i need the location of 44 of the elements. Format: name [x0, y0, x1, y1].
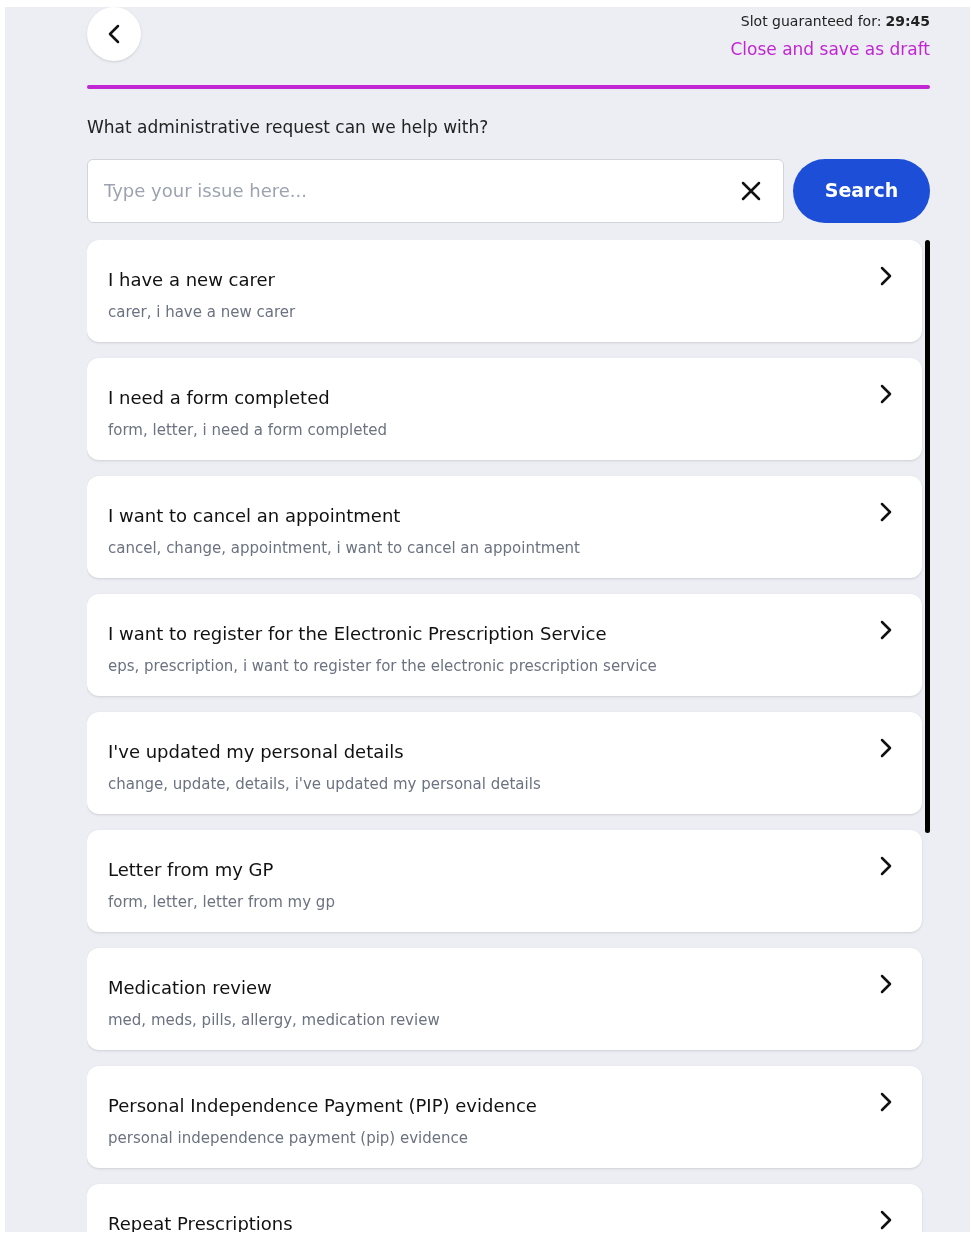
request-keywords: personal independence payment (pip) evidence — [108, 1127, 469, 1149]
request-card[interactable]: I want to cancel an appointment cancel, change, appointment, i want to cancel an appointment — [87, 475, 922, 578]
request-title: I have a new carer — [108, 267, 276, 292]
close-and-save-link[interactable]: Close and save as draft — [730, 37, 930, 63]
request-card[interactable]: Letter from my GP form, letter, letter from my gp — [87, 829, 922, 932]
chevron-right-icon — [880, 383, 892, 404]
search-button[interactable]: Search — [793, 158, 930, 223]
request-card[interactable]: I have a new carer carer, i have a new carer — [87, 239, 922, 342]
request-title: Medication review — [108, 975, 273, 1000]
request-title: Personal Independence Payment (PIP) evidence — [108, 1093, 537, 1118]
back-button[interactable] — [87, 7, 141, 61]
chevron-right-icon — [880, 737, 892, 758]
request-card[interactable]: Personal Independence Payment (PIP) evidence personal independence payment (pip) evidence — [87, 1065, 922, 1168]
chevron-left-icon — [108, 24, 120, 44]
request-keywords: form, letter, letter from my gp — [108, 891, 335, 913]
request-keywords: change, update, details, i've updated my personal details — [108, 773, 541, 795]
question-text: What administrative request can we help with? — [87, 116, 490, 139]
request-card[interactable]: Medication review med, meds, pills, allergy, medication review — [87, 947, 922, 1050]
request-title: I've updated my personal details — [108, 739, 405, 764]
search-field[interactable]: Type your issue here... — [87, 158, 784, 223]
request-title: I need a form completed — [108, 385, 331, 410]
request-card[interactable]: I've updated my personal details change, update, details, i've updated my personal details — [87, 711, 922, 814]
request-title: I want to cancel an appointment — [108, 503, 402, 528]
chevron-right-icon — [880, 973, 892, 994]
request-keywords: med, meds, pills, allergy, medication review — [108, 1009, 440, 1031]
chevron-right-icon — [880, 855, 892, 876]
slot-timer: 29:45 — [885, 12, 930, 31]
chevron-right-icon — [880, 619, 892, 640]
request-title: Letter from my GP — [108, 857, 275, 882]
request-keywords: carer, i have a new carer — [108, 301, 296, 323]
request-keywords: cancel, change, appointment, i want to cancel an appointment — [108, 537, 580, 559]
search-input[interactable]: Type your issue here... — [104, 177, 741, 204]
chevron-right-icon — [880, 501, 892, 522]
clear-icon[interactable] — [741, 180, 761, 201]
chevron-right-icon — [880, 1209, 892, 1230]
chevron-right-icon — [880, 1091, 892, 1112]
chevron-right-icon — [880, 265, 892, 286]
request-card[interactable]: I need a form completed form, letter, i need a form completed — [87, 357, 922, 460]
request-title: I want to register for the Electronic Prescription Service — [108, 621, 608, 646]
scrollbar-thumb[interactable] — [925, 239, 930, 833]
request-keywords: form, letter, i need a form completed — [108, 419, 388, 441]
request-card[interactable]: I want to register for the Electronic Prescription Service eps, prescription, i want to register for the electronic prescription service — [87, 593, 922, 696]
request-keywords: eps, prescription, i want to register for the electronic prescription service — [108, 655, 657, 677]
slot-label: Slot guaranteed for: — [740, 12, 882, 31]
